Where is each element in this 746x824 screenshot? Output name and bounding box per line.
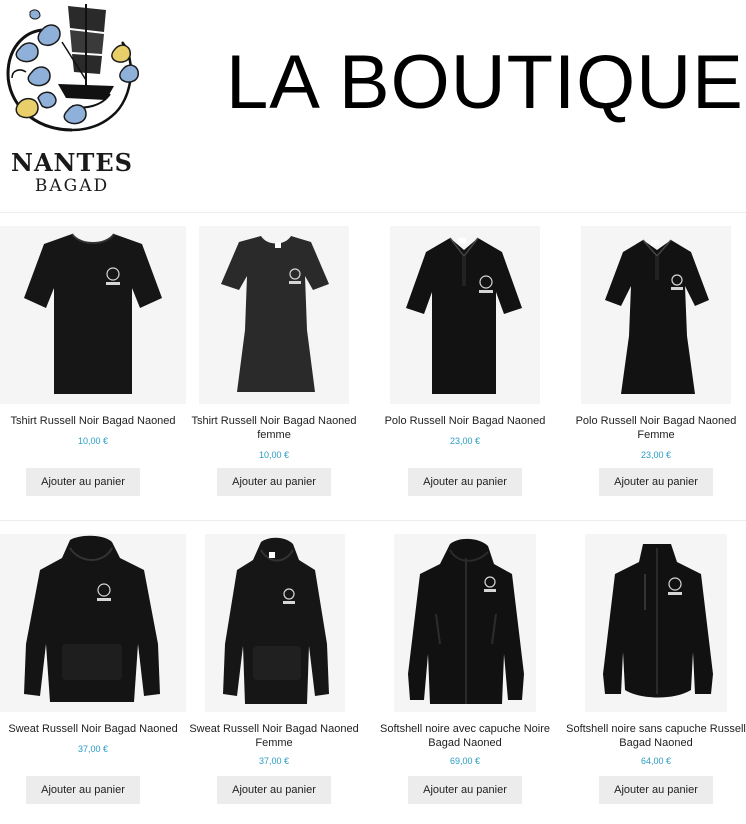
product-price: 23,00 € [449,436,481,446]
product-price: 64,00 € [640,756,672,766]
hoodie-icon [0,534,186,712]
row-divider [0,520,746,521]
product-price: 69,00 € [449,756,481,766]
add-to-cart-button[interactable]: Ajouter au panier [408,776,522,804]
logo-text-nantes: NANTES [11,148,133,177]
product-name[interactable]: Softshell noire avec capuche Noire Bagad… [372,722,558,750]
product-name[interactable]: Tshirt Russell Noir Bagad Naoned [0,414,186,428]
product-price: 37,00 € [258,756,290,766]
product-image[interactable] [563,534,746,712]
product-image[interactable] [181,534,367,712]
page-title: LA BOUTIQUE [226,40,744,125]
product-price: 10,00 € [77,436,109,446]
add-to-cart-button[interactable]: Ajouter au panier [599,468,713,496]
product-name[interactable]: Polo Russell Noir Bagad Naoned [372,414,558,428]
add-to-cart-button[interactable]: Ajouter au panier [26,776,140,804]
product-image[interactable] [563,226,746,404]
product-image[interactable] [372,226,558,404]
product-name[interactable]: Tshirt Russell Noir Bagad Naoned femme [181,414,367,442]
polo-women-icon [581,226,731,404]
tshirt-women-icon [199,226,349,404]
logo-emblem [6,4,139,132]
product-image[interactable] [0,534,186,712]
product-image[interactable] [181,226,367,404]
product-image[interactable] [0,226,186,404]
product-price: 23,00 € [640,450,672,460]
softshell-hood-icon [394,534,536,712]
product-name[interactable]: Sweat Russell Noir Bagad Naoned [0,722,186,736]
product-price: 10,00 € [258,450,290,460]
add-to-cart-button[interactable]: Ajouter au panier [408,468,522,496]
hoodie-women-icon [205,534,345,712]
add-to-cart-button[interactable]: Ajouter au panier [217,468,331,496]
tshirt-icon [0,226,186,404]
softshell-icon [585,534,727,712]
header-divider [0,212,746,213]
add-to-cart-button[interactable]: Ajouter au panier [599,776,713,804]
site-header: NANTES BAGAD LA BOUTIQUE [0,0,746,212]
logo-text-bagad: BAGAD [34,176,110,196]
product-name[interactable]: Softshell noire sans capuche Russell Bag… [563,722,746,750]
add-to-cart-button[interactable]: Ajouter au panier [26,468,140,496]
product-image[interactable] [372,534,558,712]
product-name[interactable]: Sweat Russell Noir Bagad Naoned Femme [181,722,367,750]
polo-icon [390,226,540,404]
add-to-cart-button[interactable]: Ajouter au panier [217,776,331,804]
product-price: 37,00 € [77,744,109,754]
product-name[interactable]: Polo Russell Noir Bagad Naoned Femme [563,414,746,442]
nantes-bagad-logo[interactable]: NANTES BAGAD [2,2,142,198]
